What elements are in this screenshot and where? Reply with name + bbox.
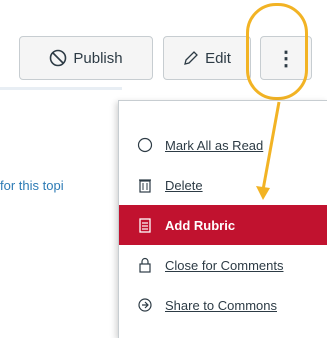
rubric-icon [135, 215, 155, 235]
menu-item-label: Add Rubric [165, 217, 236, 233]
menu-item-share-to-commons[interactable]: Share to Commons [119, 285, 327, 325]
unpublished-icon [49, 49, 67, 67]
pencil-icon [183, 50, 199, 66]
options-dropdown-menu: Mark All as Read Delete Add Rubric Close… [118, 100, 327, 338]
menu-item-close-for-comments[interactable]: Close for Comments [119, 245, 327, 285]
menu-item-mark-all-read[interactable]: Mark All as Read [119, 125, 327, 165]
menu-item-label: Share to Commons [165, 297, 277, 313]
edit-label: Edit [205, 49, 231, 67]
kebab-icon: ⋮ [276, 47, 296, 70]
menu-item-label: Close for Comments [165, 257, 284, 273]
edit-button[interactable]: Edit [163, 36, 251, 80]
menu-item-label: Delete [165, 177, 203, 193]
content-link-text[interactable]: for this topi [0, 178, 121, 193]
lock-icon [135, 255, 155, 275]
content-divider [0, 87, 122, 90]
menu-item-delete[interactable]: Delete [119, 165, 327, 205]
trash-icon [135, 175, 155, 195]
more-options-button[interactable]: ⋮ [260, 36, 312, 80]
publish-label: Publish [73, 49, 123, 67]
menu-item-label: Mark All as Read [165, 137, 264, 153]
share-icon [135, 295, 155, 315]
publish-button[interactable]: Publish [19, 36, 153, 80]
circle-icon [135, 135, 155, 155]
menu-item-add-rubric[interactable]: Add Rubric [119, 205, 327, 245]
